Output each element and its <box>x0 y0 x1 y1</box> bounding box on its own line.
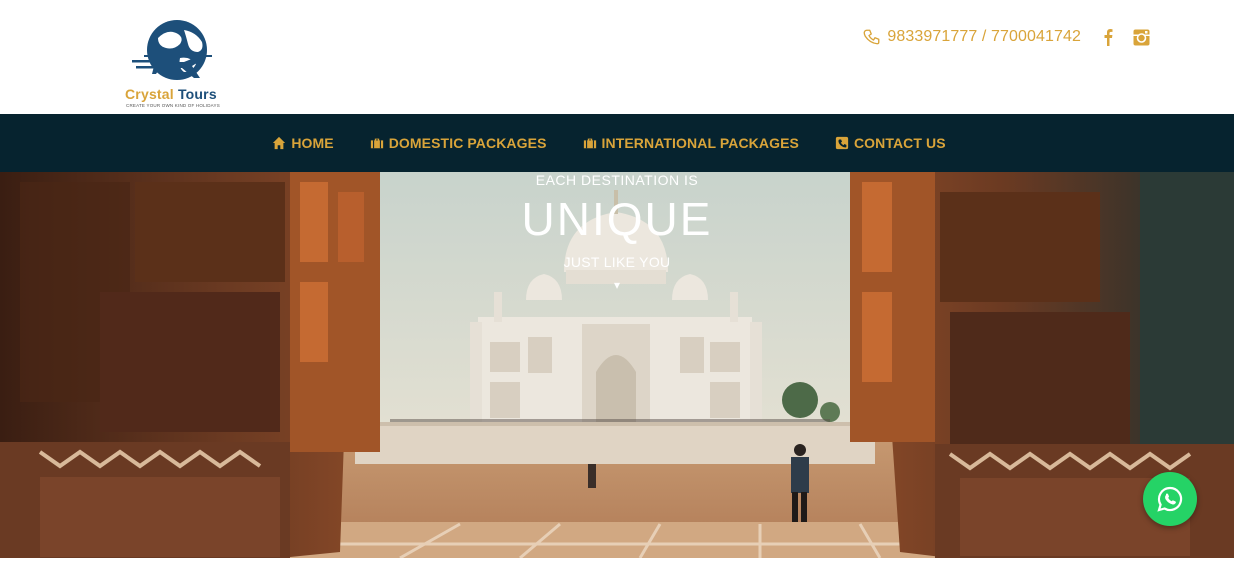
nav-label-international-packages: INTERNATIONAL PACKAGES <box>601 135 799 151</box>
briefcase-icon <box>370 138 383 149</box>
globe-airplane-logo-icon <box>132 20 212 80</box>
phone-icon <box>863 29 880 45</box>
nav-label-domestic-packages: DOMESTIC PACKAGES <box>388 135 547 151</box>
nav-item-domestic-packages[interactable]: DOMESTIC PACKAGES <box>370 135 547 151</box>
facebook-icon <box>1104 29 1113 46</box>
brand-tagline: CREATE YOUR OWN KIND OF HOLIDAYS <box>126 103 220 108</box>
instagram-icon <box>1133 29 1150 45</box>
hero-headline: UNIQUE <box>521 193 713 245</box>
nav-label-home: HOME <box>291 135 334 151</box>
phone-square-icon <box>835 136 849 150</box>
scroll-down-icon[interactable]: ▾ <box>0 278 1234 292</box>
header-contact: 9833971777 / 7700041742 <box>863 28 1150 46</box>
social-links <box>1103 28 1150 46</box>
nav-item-contact-us[interactable]: CONTACT US <box>835 135 946 151</box>
nav-label-contact-us: CONTACT US <box>853 135 946 151</box>
site-header: Crystal Tours CREATE YOUR OWN KIND OF HO… <box>0 0 1234 114</box>
home-icon <box>273 136 286 150</box>
brand-name: Crystal Tours <box>125 86 217 102</box>
hero-banner: EACH DESTINATION IS UNIQUE JUST LIKE YOU… <box>0 172 1234 558</box>
whatsapp-icon <box>1157 486 1183 512</box>
briefcase-icon <box>583 138 596 149</box>
brand-name-part1: Crystal <box>125 86 174 102</box>
main-navigation: HOME DOMESTIC PACKAGES INTERNATIONAL PAC… <box>0 114 1234 172</box>
brand-logo[interactable]: Crystal Tours CREATE YOUR OWN KIND OF HO… <box>120 16 235 110</box>
nav-item-home[interactable]: HOME <box>272 135 334 151</box>
hero-tagline-top: EACH DESTINATION IS <box>535 172 699 188</box>
hero-tagline-bottom: JUST LIKE YOU <box>563 254 671 270</box>
brand-name-part2: Tours <box>177 86 217 102</box>
facebook-link[interactable] <box>1103 28 1113 46</box>
instagram-link[interactable] <box>1133 29 1150 46</box>
phone-numbers[interactable]: 9833971777 / 7700041742 <box>887 28 1081 46</box>
whatsapp-button[interactable] <box>1143 472 1197 526</box>
nav-item-international-packages[interactable]: INTERNATIONAL PACKAGES <box>583 135 799 151</box>
